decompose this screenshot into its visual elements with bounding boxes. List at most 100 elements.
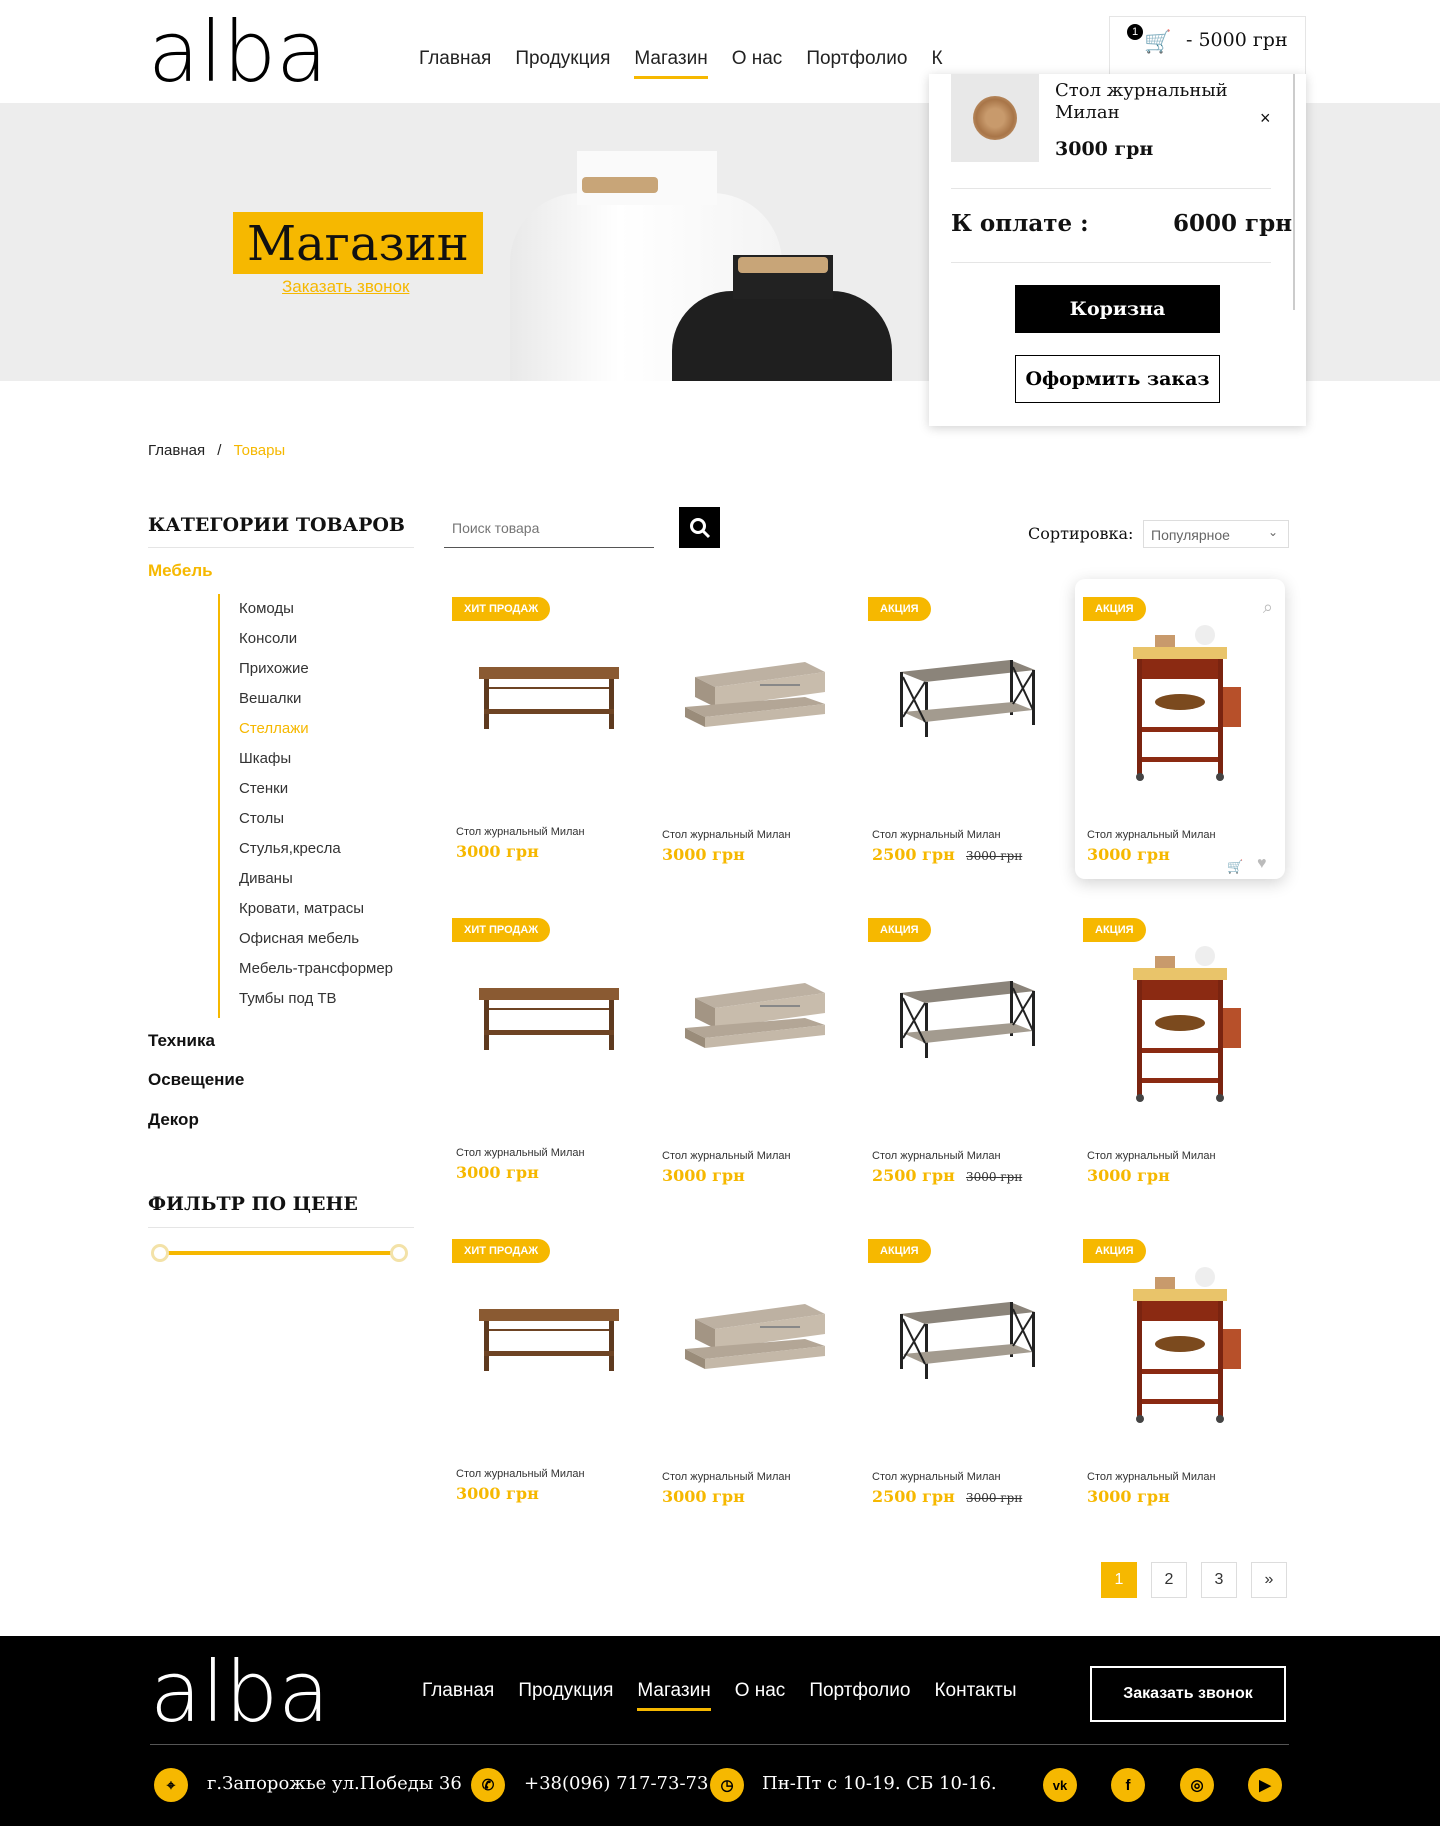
product-card[interactable]: Стол журнальный Милан 3000 грн (650, 1221, 860, 1521)
footer-phone[interactable]: +38(096) 717-73-73 (524, 1773, 708, 1794)
footer-nav-item-1[interactable]: Продукция (518, 1680, 613, 1711)
wishlist-icon[interactable]: ♥ (1257, 855, 1267, 873)
sort-select[interactable]: Популярное ⌄ (1143, 520, 1289, 548)
breadcrumb-home[interactable]: Главная (148, 442, 205, 459)
product-image[interactable] (650, 1261, 860, 1426)
product-image[interactable] (444, 1261, 654, 1426)
product-name[interactable]: Стол журнальный Милан (456, 1147, 585, 1159)
next-page-button[interactable]: » (1251, 1562, 1287, 1598)
search-button[interactable] (679, 507, 720, 548)
subcategory-item[interactable]: Кровати, матрасы (239, 894, 393, 924)
page-button[interactable]: 2 (1151, 1562, 1187, 1598)
product-name[interactable]: Стол журнальный Милан (1087, 1150, 1216, 1162)
product-card[interactable]: ХИТ ПРОДАЖ Стол журнальный Милан 3000 грн (444, 900, 654, 1200)
subcategory-item[interactable]: Стенки (239, 774, 393, 804)
product-image[interactable] (860, 1261, 1070, 1426)
callback-link[interactable]: Заказать звонок (282, 277, 409, 297)
subcategory-item[interactable]: Стеллажи (239, 714, 393, 744)
product-card[interactable]: АКЦИЯ Стол журнальный Милан 2500 грн 3000 г… (860, 1221, 1070, 1521)
footer-nav-item-4[interactable]: Портфолио (809, 1680, 910, 1711)
product-card[interactable]: Стол журнальный Милан 3000 грн (650, 579, 860, 879)
instagram-icon[interactable]: ◎ (1180, 1768, 1214, 1802)
product-card[interactable]: АКЦИЯ Стол журнальный Милан 2500 грн 3000 г… (860, 900, 1070, 1200)
product-name[interactable]: Стол журнальный Милан (1087, 829, 1216, 841)
product-image[interactable] (1075, 619, 1285, 784)
category-decor[interactable]: Декор (148, 1110, 199, 1130)
footer-nav-item-0[interactable]: Главная (422, 1680, 494, 1711)
sort-value: Популярное (1151, 527, 1230, 543)
product-price: 3000 грн (1087, 1487, 1170, 1506)
product-image[interactable] (444, 940, 654, 1105)
divider (148, 1227, 414, 1228)
subcategory-item[interactable]: Шкафы (239, 744, 393, 774)
subcategory-item[interactable]: Вешалки (239, 684, 393, 714)
product-image[interactable] (444, 619, 654, 784)
subcategory-item[interactable]: Мебель-трансформер (239, 954, 393, 984)
footer-nav-item-3[interactable]: О нас (735, 1680, 786, 1711)
subcategory-item[interactable]: Офисная мебель (239, 924, 393, 954)
product-card[interactable]: Стол журнальный Милан 3000 грн (650, 900, 860, 1200)
product-name[interactable]: Стол журнальный Милан (456, 826, 585, 838)
subcategory-item[interactable]: Консоли (239, 624, 393, 654)
page-button[interactable]: 1 (1101, 1562, 1137, 1598)
subcategory-item[interactable]: Тумбы под ТВ (239, 984, 393, 1014)
nav-item-3[interactable]: О нас (732, 48, 783, 79)
product-image[interactable] (1075, 940, 1285, 1105)
cart-item-name[interactable]: Стол журнальный Милан (1055, 80, 1245, 124)
cart-scrollbar[interactable] (1293, 74, 1295, 310)
product-card[interactable]: АКЦИЯ Стол журнальный Милан 3000 грн ⌕ 🛒 ♥ (1075, 579, 1285, 879)
product-name[interactable]: Стол журнальный Милан (662, 1471, 791, 1483)
zoom-icon[interactable]: ⌕ (1263, 597, 1273, 618)
product-image[interactable] (650, 940, 860, 1105)
product-card[interactable]: АКЦИЯ Стол журнальный Милан 3000 грн (1075, 1221, 1285, 1521)
price-slider-max-handle[interactable] (390, 1244, 408, 1262)
nav-item-1[interactable]: Продукция (515, 48, 610, 79)
logo[interactable]: alba (148, 10, 328, 94)
youtube-icon[interactable]: ▶ (1248, 1768, 1282, 1802)
product-card[interactable]: АКЦИЯ Стол журнальный Милан 3000 грн (1075, 900, 1285, 1200)
category-electronics[interactable]: Техника (148, 1031, 215, 1051)
page-button[interactable]: 3 (1201, 1562, 1237, 1598)
subcategory-item[interactable]: Комоды (239, 594, 393, 624)
product-image[interactable] (860, 940, 1070, 1105)
nav-item-2[interactable]: Магазин (634, 48, 708, 79)
product-card[interactable]: АКЦИЯ Стол журнальный Милан 2500 грн 3000 г… (860, 579, 1070, 879)
product-image[interactable] (1075, 1261, 1285, 1426)
product-image[interactable] (860, 619, 1070, 784)
product-name[interactable]: Стол журнальный Милан (872, 1471, 1001, 1483)
product-card[interactable]: ХИТ ПРОДАЖ Стол журнальный Милан 3000 грн (444, 1221, 654, 1521)
nav-item-0[interactable]: Главная (419, 48, 491, 79)
subcategory-item[interactable]: Столы (239, 804, 393, 834)
search-input[interactable] (444, 508, 654, 548)
remove-item-icon[interactable]: × (1260, 108, 1271, 129)
product-image[interactable] (650, 619, 860, 784)
pay-label: К оплате : (951, 210, 1089, 237)
cart-button[interactable]: Коризна (1015, 285, 1220, 333)
footer-nav-item-5[interactable]: Контакты (934, 1680, 1016, 1711)
subcategory-item[interactable]: Диваны (239, 864, 393, 894)
product-name[interactable]: Стол журнальный Милан (1087, 1471, 1216, 1483)
product-name[interactable]: Стол журнальный Милан (662, 1150, 791, 1162)
price-slider-min-handle[interactable] (151, 1244, 169, 1262)
product-name[interactable]: Стол журнальный Милан (872, 1150, 1001, 1162)
subcategory-item[interactable]: Стулья,кресла (239, 834, 393, 864)
add-to-cart-icon[interactable]: 🛒 (1227, 859, 1243, 875)
cart-header[interactable]: 1 🛒 - 5000 грн (1109, 16, 1306, 78)
facebook-icon[interactable]: f (1111, 1768, 1145, 1802)
footer-callback-button[interactable]: Заказать звонок (1090, 1666, 1286, 1722)
price-slider-track[interactable] (158, 1251, 398, 1255)
category-lighting[interactable]: Освещение (148, 1070, 244, 1090)
pay-total: 6000 грн (1173, 210, 1293, 237)
category-furniture[interactable]: Мебель (148, 561, 213, 581)
footer-nav-item-2[interactable]: Магазин (637, 1680, 711, 1711)
checkout-button[interactable]: Оформить заказ (1015, 355, 1220, 403)
vk-icon[interactable]: vk (1043, 1768, 1077, 1802)
nav-item-4[interactable]: Портфолио (806, 48, 907, 79)
product-name[interactable]: Стол журнальный Милан (662, 829, 791, 841)
product-name[interactable]: Стол журнальный Милан (872, 829, 1001, 841)
footer-logo[interactable]: alba (150, 1650, 330, 1734)
product-card[interactable]: ХИТ ПРОДАЖ Стол журнальный Милан 3000 грн (444, 579, 654, 879)
subcategory-item[interactable]: Прихожие (239, 654, 393, 684)
product-name[interactable]: Стол журнальный Милан (456, 1468, 585, 1480)
breadcrumb: Главная / Товары (148, 442, 285, 459)
